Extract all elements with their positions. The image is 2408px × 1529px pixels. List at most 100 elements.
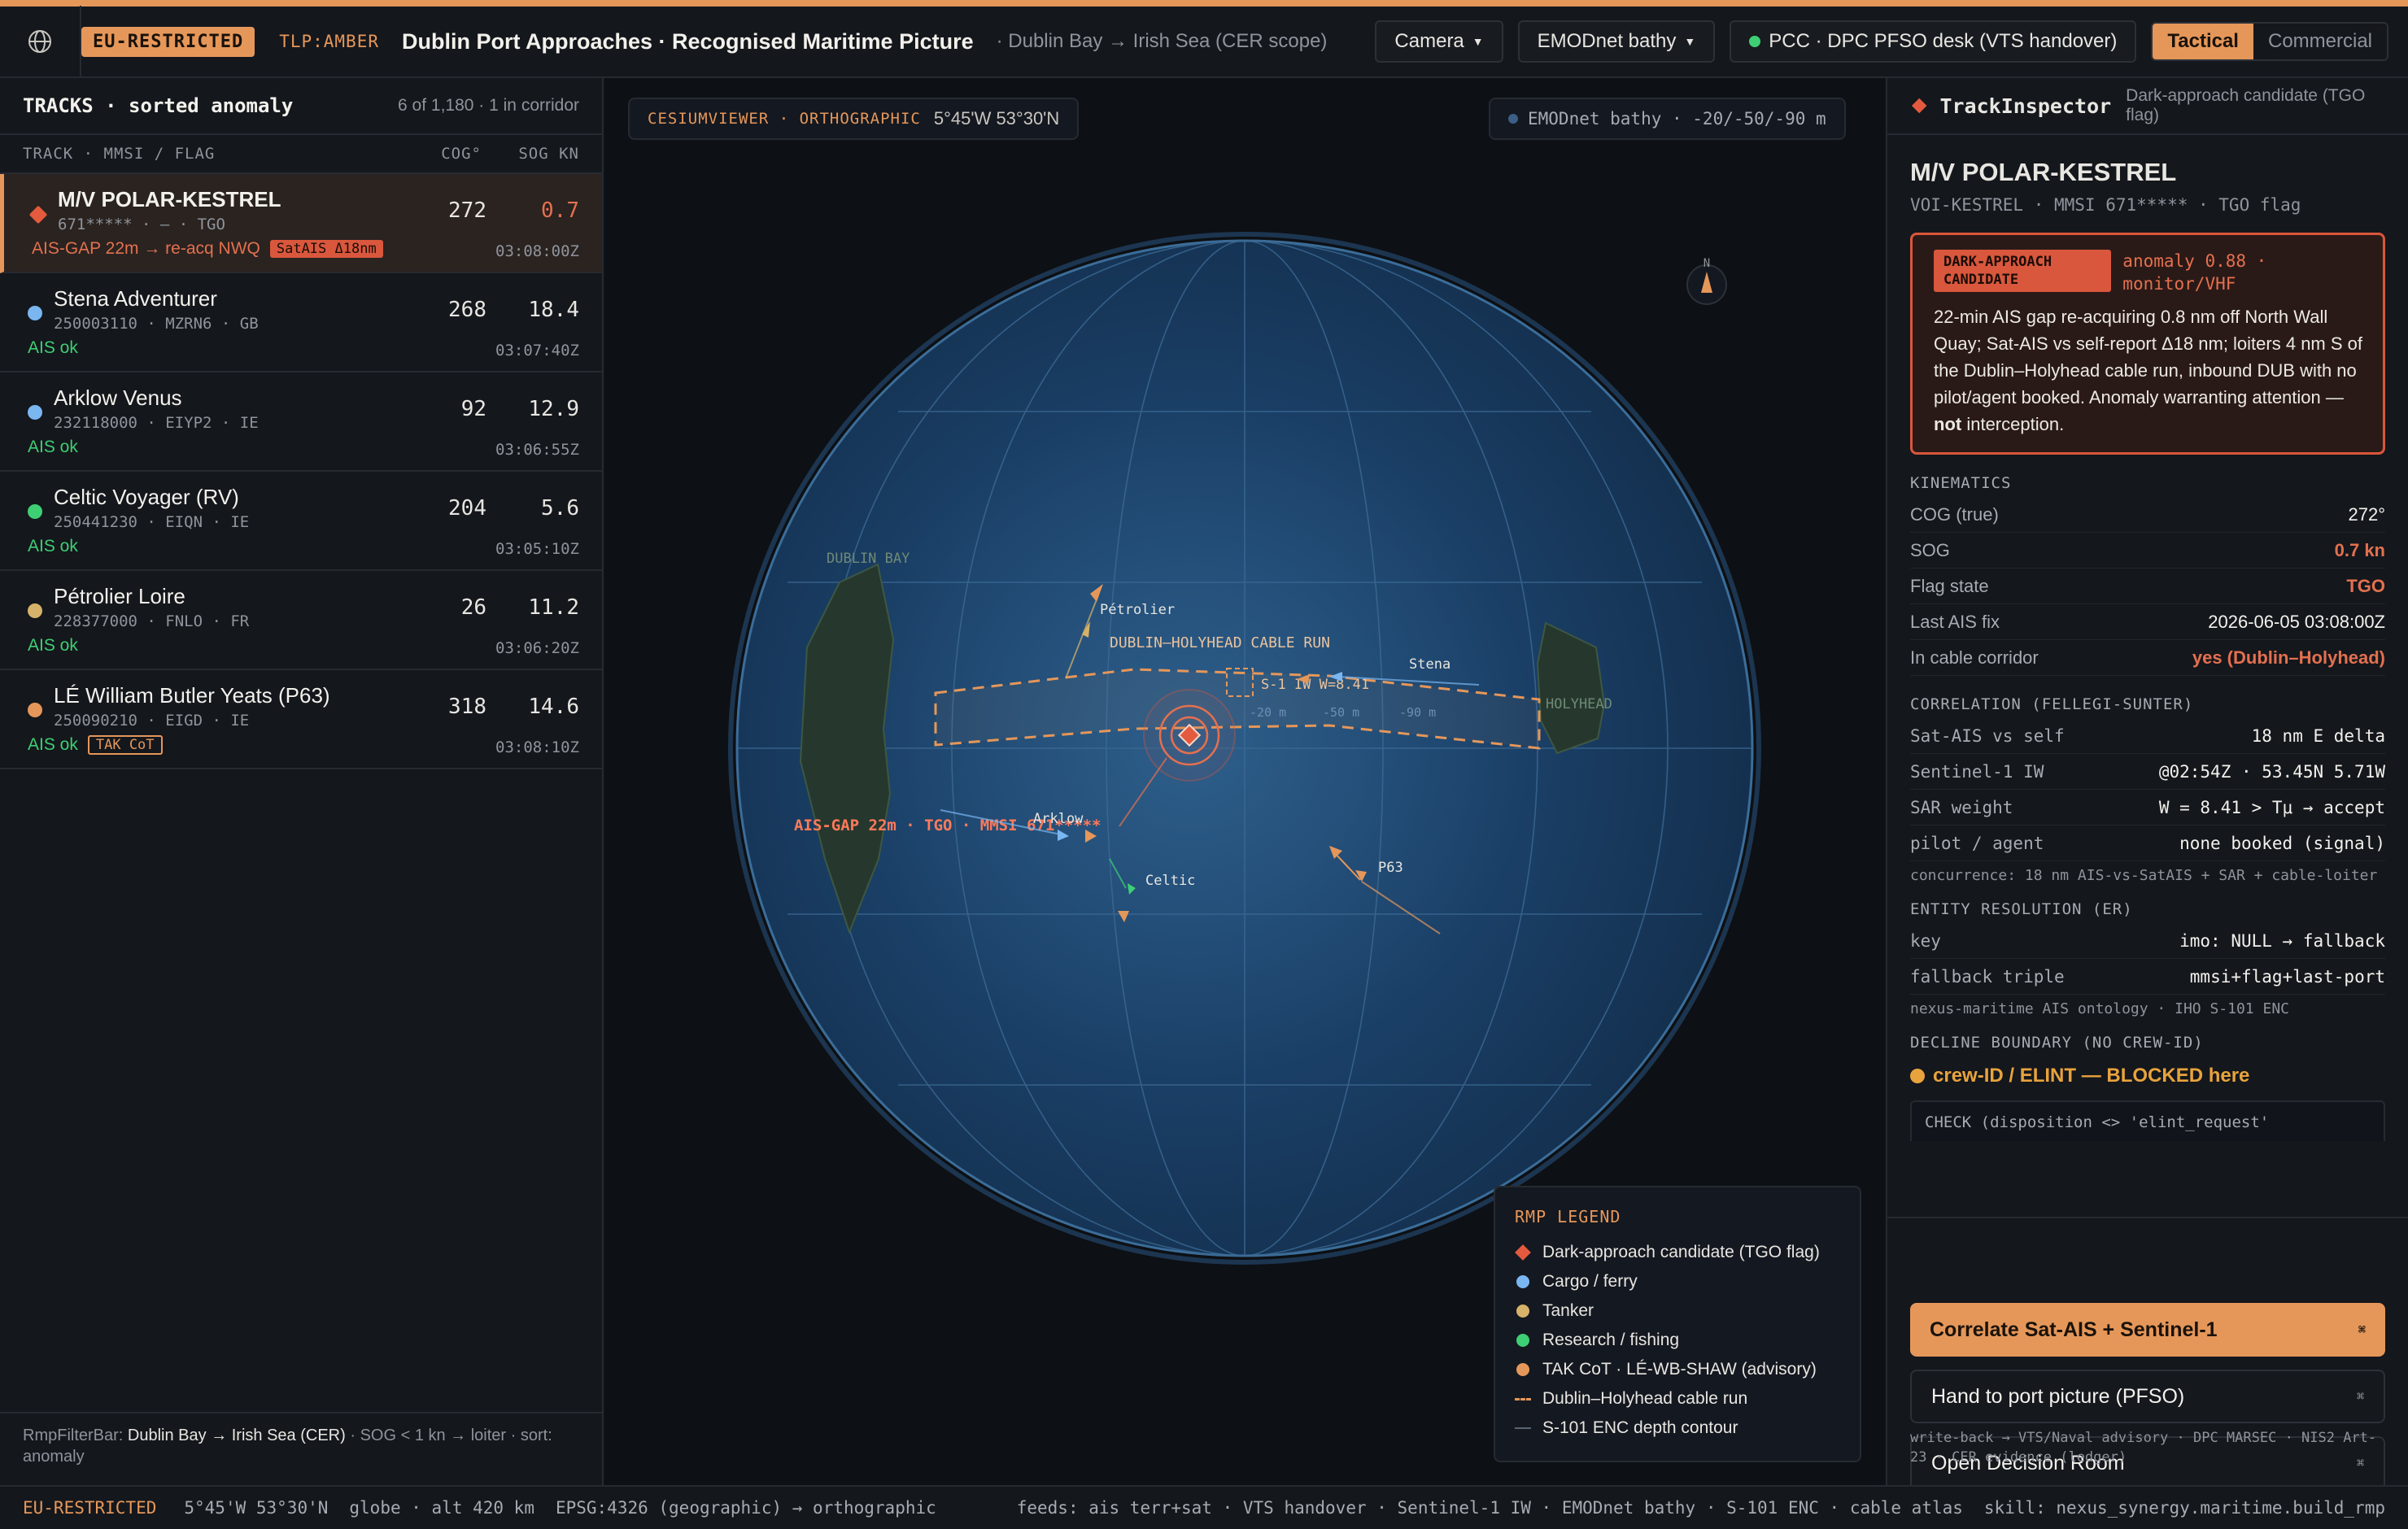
- bathy-chip[interactable]: EMODnet bathy · -20/-50/-90 m: [1489, 98, 1846, 140]
- col-cog: COG°: [441, 145, 482, 163]
- diamond-icon: [1911, 98, 1927, 114]
- kv-row: Sat-AIS vs self 18 nm E delta: [1910, 718, 2385, 754]
- kinematics-list: COG (true) 272° SOG 0.7 kn Flag state TGO Last…: [1887, 497, 2408, 676]
- legend-title: RMP LEGEND: [1515, 1207, 1621, 1226]
- track-time: 03:08:00Z: [495, 242, 579, 260]
- track-name: M/V POLAR-KESTREL: [58, 187, 281, 211]
- status-projection: EPSG:4326 (geographic) → orthographic: [555, 1498, 936, 1518]
- track-row[interactable]: Celtic Voyager (RV) 250441230 · EIQN · IE…: [0, 472, 602, 571]
- filter-bar[interactable]: RmpFilterBar: Dublin Bay → Irish Sea (CE…: [0, 1412, 602, 1485]
- compass-icon[interactable]: [1686, 264, 1727, 305]
- track-row[interactable]: LÉ William Butler Yeats (P63) 250090210 ·…: [0, 670, 602, 769]
- tracks-panel: TRACKS · sorted anomaly 6 of 1,180 · 1 i…: [0, 78, 604, 1485]
- alert-not: not: [1934, 414, 1962, 434]
- correlate-button[interactable]: Correlate Sat-AIS + Sentinel-1 ⌘: [1910, 1303, 2385, 1357]
- blocked-label: crew-ID / ELINT — BLOCKED here: [1933, 1065, 2250, 1087]
- track-inspector: TrackInspector Dark-approach candidate (…: [1886, 78, 2408, 1490]
- kv-value: 2026-06-05 03:08:00Z: [2208, 611, 2385, 632]
- camera-dropdown[interactable]: Camera ▼: [1375, 20, 1503, 63]
- bathy-label: EMODnet bathy: [1537, 30, 1677, 52]
- status-feeds: feeds: ais terr+sat · VTS handover · Sen…: [1016, 1498, 1963, 1518]
- legend-label: Cargo / ferry: [1542, 1272, 1638, 1291]
- correlation-title: CORRELATION (FELLEGI-SUNTER): [1910, 695, 2194, 713]
- track-cog: 92: [460, 397, 486, 421]
- track-name: Pétrolier Loire: [54, 584, 185, 608]
- col-sog: SOG KN: [518, 145, 579, 163]
- track-row[interactable]: Arklow Venus 232118000 · EIYP2 · IE 92 12.9…: [0, 372, 602, 472]
- er-note: nexus-maritime AIS ontology · IHO S-101 …: [1910, 1000, 2289, 1017]
- kv-row: Flag state TGO: [1910, 568, 2385, 604]
- kv-value: imo: NULL → fallback: [2179, 930, 2385, 951]
- track-status-label: AIS ok: [28, 438, 78, 456]
- kv-row: fallback triple mmsi+flag+last-port: [1910, 959, 2385, 995]
- pcc-button[interactable]: PCC · DPC PFSO desk (VTS handover): [1730, 20, 2137, 63]
- track-row[interactable]: Stena Adventurer 250003110 · MZRN6 · GB 26…: [0, 273, 602, 372]
- depth-20-label: -20 m: [1250, 705, 1286, 720]
- writeback-note: write-back → VTS/Naval advisory · DPC MA…: [1910, 1430, 2377, 1466]
- diamond-icon: [28, 205, 48, 224]
- alert-end: interception.: [1966, 414, 2065, 434]
- legend-item: S-101 ENC depth contour: [1515, 1414, 1840, 1443]
- page-title: Dublin Port Approaches · Recognised Mari…: [401, 28, 974, 54]
- tak-dot-icon: [28, 703, 42, 717]
- chevron-down-icon: ▼: [1684, 35, 1696, 48]
- research-dot-icon: [28, 504, 42, 519]
- kv-key: pilot / agent: [1910, 833, 2044, 853]
- er-title: ENTITY RESOLUTION (ER): [1910, 900, 2133, 918]
- kv-row: pilot / agent none booked (signal): [1910, 825, 2385, 861]
- legend-label: Dark-approach candidate (TGO flag): [1542, 1243, 1820, 1261]
- globe-menu-button[interactable]: [0, 6, 81, 77]
- tracks-header: TRACKS · sorted anomaly 6 of 1,180 · 1 i…: [0, 78, 602, 135]
- arklow-label: Arklow: [1033, 811, 1084, 827]
- bathy-chip-label: EMODnet bathy · -20/-50/-90 m: [1528, 109, 1826, 129]
- bathy-dropdown[interactable]: EMODnet bathy ▼: [1517, 20, 1716, 63]
- petrolier-label: Pétrolier: [1100, 602, 1175, 618]
- mode-tactical[interactable]: Tactical: [2153, 24, 2253, 59]
- track-row[interactable]: Pétrolier Loire 228377000 · FNLO · FR 26 11…: [0, 571, 602, 670]
- filter-scope: Dublin Bay → Irish Sea (CER): [127, 1427, 346, 1444]
- track-sog: 5.6: [541, 496, 579, 521]
- kv-value: @02:54Z · 53.45N 5.71W: [2158, 761, 2385, 782]
- bathy-dot-icon: [1508, 114, 1518, 124]
- track-status-label: AIS ok: [28, 735, 78, 754]
- vessel-name: M/V POLAR-KESTREL: [1910, 158, 2177, 186]
- track-meta: 250090210 · EIGD · IE: [54, 712, 250, 730]
- kv-row: COG (true) 272°: [1910, 497, 2385, 533]
- mode-commercial[interactable]: Commercial: [2253, 24, 2387, 59]
- dot-icon: [1515, 1275, 1531, 1288]
- legend-item: Dark-approach candidate (TGO flag): [1515, 1238, 1840, 1267]
- track-status: AIS ok: [28, 438, 78, 457]
- track-name: Celtic Voyager (RV): [54, 485, 239, 509]
- dublin-bay-label: DUBLIN BAY: [827, 551, 910, 567]
- dashed-line-icon: [1515, 1397, 1531, 1400]
- command-key-icon: ⌘: [2356, 1389, 2364, 1404]
- track-row[interactable]: M/V POLAR-KESTREL 671***** · — · TGO 272 0.…: [0, 174, 602, 273]
- kv-value: yes (Dublin–Holyhead): [2192, 647, 2385, 668]
- holyhead-label: HOLYHEAD: [1546, 696, 1612, 712]
- kv-key: SAR weight: [1910, 797, 2013, 817]
- stena-label: Stena: [1409, 656, 1450, 673]
- decline-title: DECLINE BOUNDARY (NO CREW-ID): [1910, 1034, 2204, 1052]
- kv-key: Sentinel-1 IW: [1910, 761, 2044, 782]
- track-status-label: AIS ok: [28, 636, 78, 655]
- legend-item: TAK CoT · LÉ-WB-SHAW (advisory): [1515, 1355, 1840, 1384]
- top-bar: EU-RESTRICTED TLP:AMBER Dublin Port Appr…: [0, 6, 2408, 78]
- track-tag-badge: SatAIS Δ18nm: [269, 240, 383, 258]
- track-time: 03:07:40Z: [495, 342, 579, 359]
- kv-key: Last AIS fix: [1910, 611, 2000, 632]
- dot-icon: [1515, 1334, 1531, 1347]
- depth-50-label: -50 m: [1323, 705, 1359, 720]
- alert-body: 22-min AIS gap re-acquiring 0.8 nm off N…: [1934, 303, 2363, 438]
- hand-to-port-button[interactable]: Hand to port picture (PFSO) ⌘: [1910, 1370, 2385, 1423]
- globe-icon: [28, 30, 51, 53]
- correlation-list: Sat-AIS vs self 18 nm E delta Sentinel-1 I…: [1887, 718, 2408, 861]
- check-constraint: CHECK (disposition <> 'elint_request': [1910, 1100, 2385, 1141]
- tracks-count: 6 of 1,180 · 1 in corridor: [398, 96, 579, 115]
- map-legend: RMP LEGEND Dark-approach candidate (TGO …: [1494, 1186, 1861, 1462]
- anomaly-alert: DARK-APPROACH CANDIDATE anomaly 0.88 · m…: [1910, 233, 2385, 455]
- kv-key: Sat-AIS vs self: [1910, 725, 2065, 746]
- kv-key: Flag state: [1910, 575, 1989, 596]
- pcc-label: PCC · DPC PFSO desk (VTS handover): [1769, 30, 2118, 52]
- kv-row: key imo: NULL → fallback: [1910, 923, 2385, 959]
- diamond-icon: [1515, 1244, 1531, 1261]
